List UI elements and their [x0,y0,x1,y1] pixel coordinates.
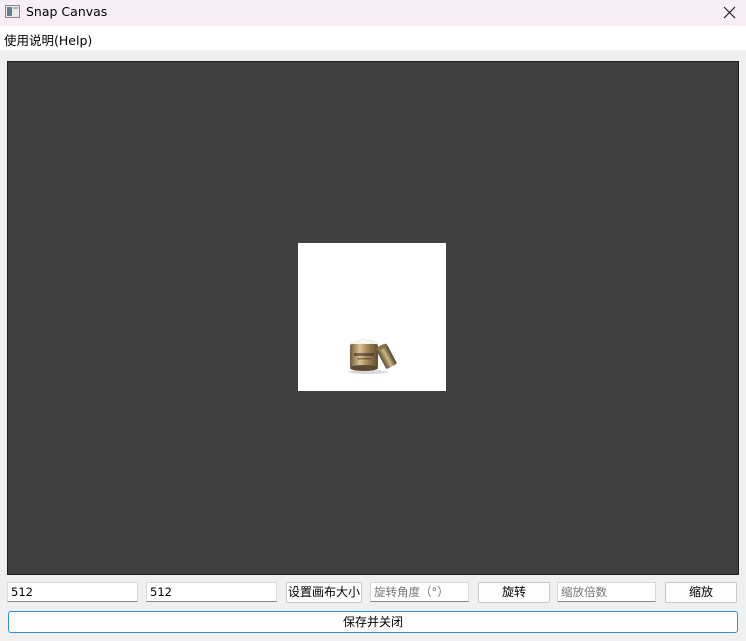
canvas-height-input[interactable] [146,582,277,602]
rotate-angle-input[interactable] [370,582,469,602]
menu-help[interactable]: 使用说明(Help) [4,30,92,49]
set-canvas-size-button[interactable]: 设置画布大小 [286,582,362,603]
menu-bar: 使用说明(Help) [0,26,746,50]
canvas-image[interactable] [298,243,446,391]
scale-button[interactable]: 缩放 [665,582,737,603]
close-button[interactable] [714,0,746,26]
close-icon [723,6,736,19]
scale-factor-input[interactable] [557,582,656,602]
app-window: Snap Canvas 使用说明(Help) 512 512 设置画布大小 旋转… [0,0,746,641]
app-icon [5,5,20,18]
save-and-close-button[interactable]: 保存并关闭 [8,611,738,633]
rotate-button[interactable]: 旋转 [478,582,550,603]
canvas-width-input[interactable] [7,582,138,602]
window-title: Snap Canvas [26,4,108,19]
product-jar-image [348,338,397,374]
canvas-area[interactable] [7,61,739,575]
title-bar[interactable]: Snap Canvas [0,0,746,26]
